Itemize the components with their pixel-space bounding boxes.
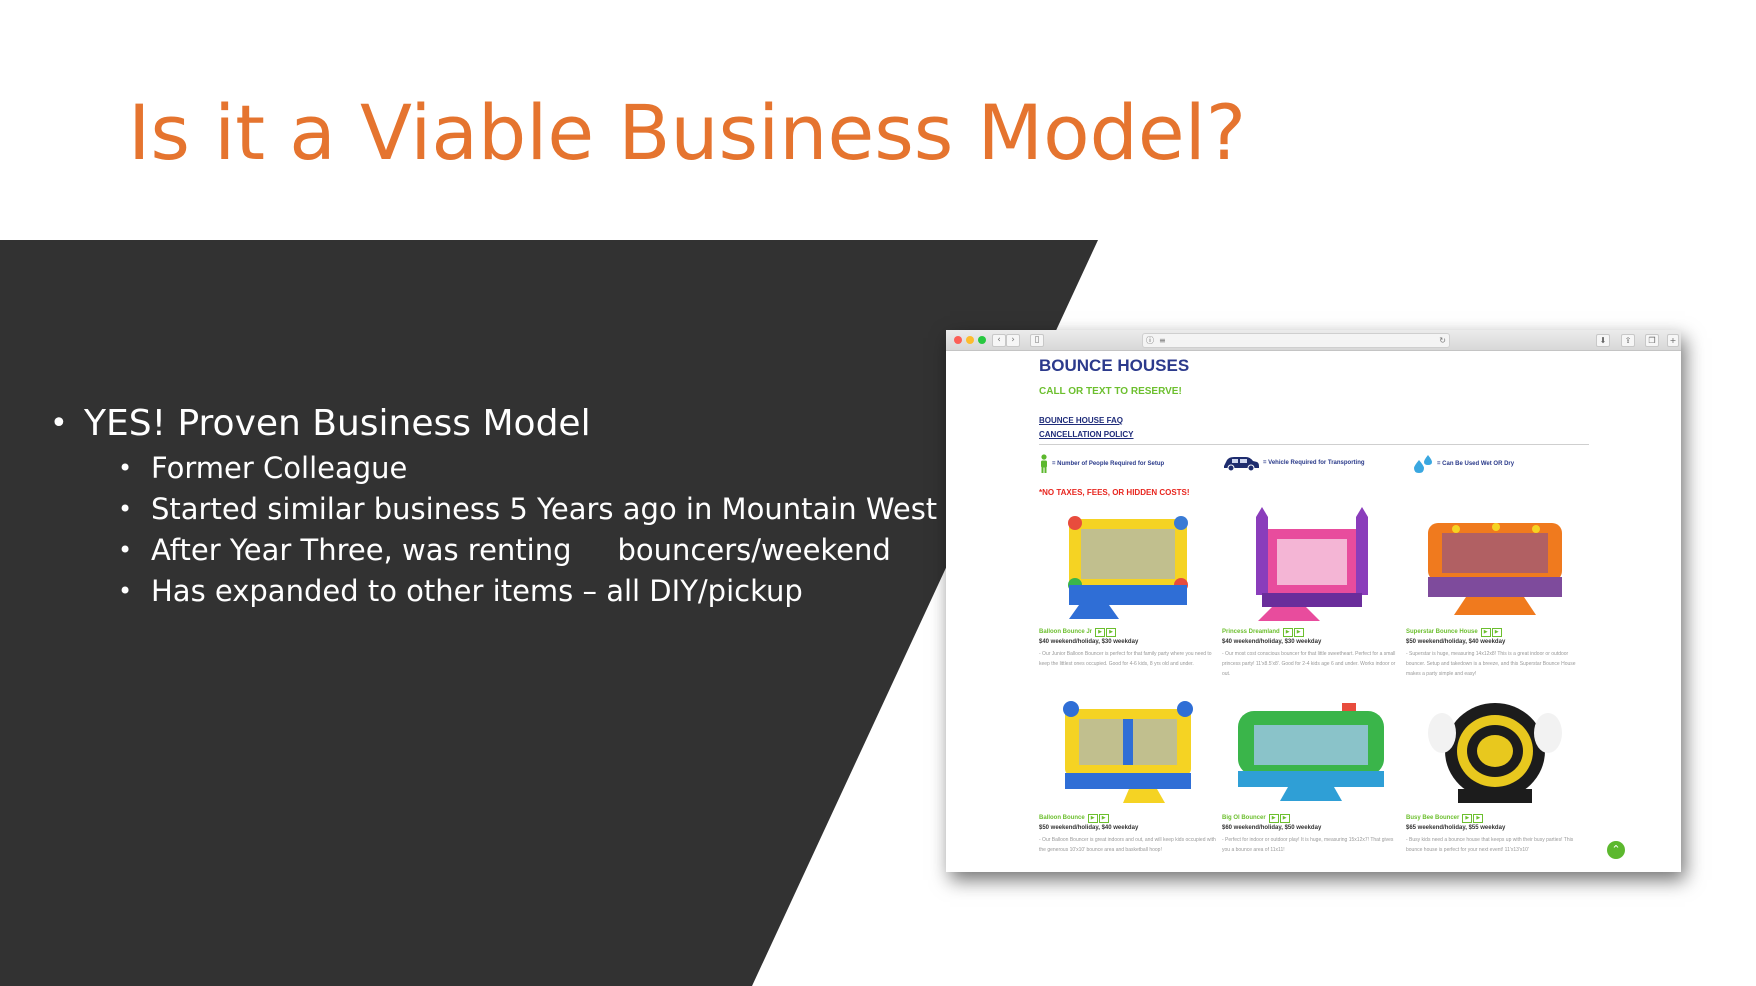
- legend-vehicle-text: = Vehicle Required for Transporting: [1263, 460, 1365, 466]
- product-card[interactable]: Superstar Bounce House ▶ ▶ $50 weekend/ho…: [1406, 507, 1584, 679]
- cancellation-link[interactable]: CANCELLATION POLICY: [1039, 430, 1134, 439]
- renting-text-before: After Year Three, was renting: [151, 533, 572, 567]
- product-card[interactable]: Princess Dreamland ▶ ▶ $40 weekend/holida…: [1222, 507, 1400, 679]
- new-tab-icon[interactable]: +: [1667, 334, 1679, 347]
- no-hidden-costs: *NO TAXES, FEES, OR HIDDEN COSTS!: [1039, 488, 1190, 497]
- play-icon[interactable]: ▶: [1480, 627, 1491, 637]
- product-card[interactable]: Balloon Bounce Jr ▶ ▶ $40 weekend/holiday…: [1039, 507, 1217, 679]
- reader-icon[interactable]: ≡: [1159, 334, 1166, 347]
- product-card[interactable]: Busy Bee Bouncer ▶ ▶ $65 weekend/holiday,…: [1406, 693, 1584, 865]
- browser-toolbar: ‹ › ▯ ⓘ ≡ ↻ ⬇ ⇪ ❐ +: [946, 330, 1681, 351]
- divider: [1039, 444, 1589, 445]
- product-name[interactable]: Superstar Bounce House: [1406, 629, 1478, 635]
- product-name[interactable]: Princess Dreamland: [1222, 629, 1280, 635]
- product-name[interactable]: Balloon Bounce: [1039, 815, 1085, 821]
- scroll-to-top-icon[interactable]: ⌃: [1607, 841, 1625, 859]
- legend-wetdry-text: = Can Be Used Wet OR Dry: [1437, 461, 1515, 467]
- forward-icon[interactable]: ›: [1006, 334, 1020, 347]
- product-image[interactable]: [1406, 693, 1584, 811]
- product-price: $50 weekend/holiday, $40 weekday: [1406, 639, 1506, 645]
- legend-vehicle: = Vehicle Required for Transporting: [1222, 454, 1365, 472]
- faq-link[interactable]: BOUNCE HOUSE FAQ: [1039, 416, 1123, 425]
- product-price: $50 weekend/holiday, $40 weekday: [1039, 825, 1139, 831]
- zoom-window-icon[interactable]: [978, 336, 986, 344]
- play-icon[interactable]: ▶: [1268, 813, 1279, 823]
- back-icon[interactable]: ‹: [992, 334, 1006, 347]
- page-heading: BOUNCE HOUSES: [1039, 356, 1190, 375]
- product-description: - Busy kids need a bounce house that kee…: [1406, 837, 1574, 853]
- product-price: $40 weekend/holiday, $30 weekday: [1222, 639, 1322, 645]
- product-description: - Our Junior Balloon Bouncer is perfect …: [1039, 651, 1212, 667]
- renting-text-after: bouncers/weekend: [617, 533, 891, 567]
- product-name[interactable]: Balloon Bounce Jr: [1039, 629, 1092, 635]
- car-icon: [1224, 457, 1259, 472]
- product-image[interactable]: [1039, 693, 1217, 811]
- product-description: - Perfect for indoor or outdoor play! It…: [1222, 837, 1394, 853]
- product-image[interactable]: [1039, 507, 1217, 625]
- close-window-icon[interactable]: [954, 336, 962, 344]
- product-price: $40 weekend/holiday, $30 weekday: [1039, 639, 1139, 645]
- product-card[interactable]: Balloon Bounce ▶ ▶ $50 weekend/holiday, $…: [1039, 693, 1217, 865]
- product-image[interactable]: [1222, 693, 1400, 811]
- play-icon[interactable]: ▶: [1087, 813, 1098, 823]
- sub-bullet-started: Started similar business 5 Years ago in …: [48, 489, 937, 530]
- product-name[interactable]: Busy Bee Bouncer: [1406, 815, 1459, 821]
- play-icon[interactable]: ▶: [1293, 627, 1304, 637]
- sub-bullet-renting: After Year Three, was renting bouncers/we…: [48, 530, 937, 571]
- sub-bullet-list: Former Colleague Started similar busines…: [48, 448, 937, 612]
- water-drops-icon: [1414, 455, 1432, 473]
- play-icon[interactable]: ▶: [1473, 813, 1484, 823]
- product-price: $65 weekend/holiday, $55 weekday: [1406, 825, 1506, 831]
- play-icon[interactable]: ▶: [1106, 627, 1117, 637]
- bullet-main: YES! Proven Business Model: [48, 400, 937, 448]
- sub-bullet-colleague: Former Colleague: [48, 448, 937, 489]
- product-image[interactable]: [1406, 507, 1584, 625]
- tabs-icon[interactable]: ❐: [1645, 334, 1659, 347]
- product-name[interactable]: Big Ol Bouncer: [1222, 815, 1266, 821]
- product-description: - Our most cost conscious bouncer for th…: [1222, 651, 1396, 677]
- legend-people: = Number of People Required for Setup: [1039, 454, 1164, 474]
- bullet-list: YES! Proven Business Model Former Collea…: [48, 400, 937, 612]
- slide-title: Is it a Viable Business Model?: [128, 88, 1247, 177]
- play-icon[interactable]: ▶: [1462, 813, 1473, 823]
- legend-people-text: = Number of People Required for Setup: [1052, 461, 1165, 467]
- web-page: BOUNCE HOUSES CALL OR TEXT TO RESERVE! B…: [946, 350, 1681, 872]
- play-icon[interactable]: ▶: [1279, 813, 1290, 823]
- product-description: - Superstar is huge, measuring 14x12x8! …: [1406, 651, 1576, 677]
- play-icon[interactable]: ▶: [1098, 813, 1109, 823]
- call-to-reserve: CALL OR TEXT TO RESERVE!: [1039, 386, 1182, 397]
- product-price: $60 weekend/holiday, $50 weekday: [1222, 825, 1322, 831]
- play-icon[interactable]: ▶: [1282, 627, 1293, 637]
- info-icon[interactable]: ⓘ: [1146, 334, 1154, 347]
- play-icon[interactable]: ▶: [1095, 627, 1106, 637]
- product-image[interactable]: [1222, 507, 1400, 625]
- sub-bullet-expanded: Has expanded to other items – all DIY/pi…: [48, 571, 937, 612]
- product-card[interactable]: Big Ol Bouncer ▶ ▶ $60 weekend/holiday, $…: [1222, 693, 1400, 865]
- share-icon[interactable]: ⇪: [1621, 334, 1635, 347]
- download-icon[interactable]: ⬇: [1596, 334, 1610, 347]
- product-description: - Our Balloon Bouncer is great indoors a…: [1039, 837, 1216, 853]
- address-bar[interactable]: ⓘ ≡ ↻: [1142, 333, 1450, 348]
- browser-screenshot: ‹ › ▯ ⓘ ≡ ↻ ⬇ ⇪ ❐ + BOUNCE HOUSES CALL O…: [946, 330, 1681, 872]
- sidebar-icon[interactable]: ▯: [1030, 334, 1044, 347]
- play-icon[interactable]: ▶: [1491, 627, 1502, 637]
- legend-wetdry: = Can Be Used Wet OR Dry: [1412, 454, 1514, 474]
- person-icon: [1041, 454, 1047, 473]
- reload-icon[interactable]: ↻: [1439, 334, 1446, 347]
- minimize-window-icon[interactable]: [966, 336, 974, 344]
